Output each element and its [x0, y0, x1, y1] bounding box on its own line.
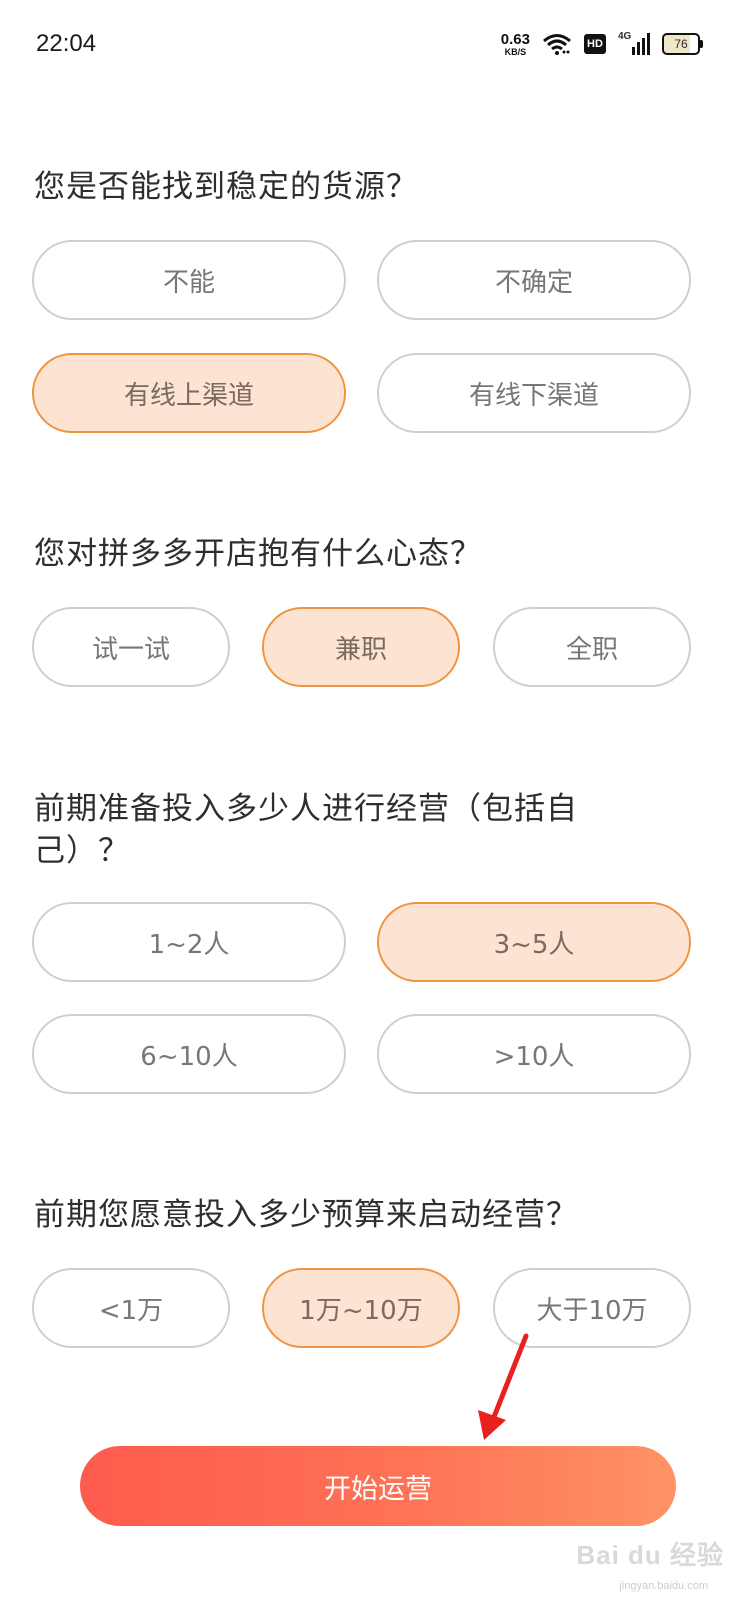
option-unsure[interactable]: 不确定 [377, 240, 691, 320]
baidu-watermark: Bai du 经验 [576, 1540, 724, 1570]
option-6-10-people[interactable]: 6~10人 [32, 1014, 346, 1094]
status-icons: 0.63 KB/S HD 4G 76 [501, 28, 703, 60]
hd-icon: HD [584, 34, 606, 54]
network-speed-unit: KB/S [504, 46, 527, 57]
network-speed-value: 0.63 [500, 30, 530, 48]
status-bar: 22:04 0.63 KB/S HD 4G 76 [0, 0, 738, 90]
option-offline-channel[interactable]: 有线下渠道 [377, 353, 691, 433]
battery-icon: 76 [662, 33, 703, 55]
option-3-5-people[interactable]: 3~5人 [377, 902, 691, 982]
option-try[interactable]: 试一试 [32, 607, 230, 687]
baidu-watermark-url: jingyan.baidu.com [619, 1580, 708, 1592]
option-under-10k[interactable]: <1万 [32, 1268, 230, 1348]
start-operation-button[interactable]: 开始运营 [80, 1446, 676, 1526]
option-full-time[interactable]: 全职 [493, 607, 691, 687]
question-budget: 前期您愿意投入多少预算来启动经营？ [34, 1197, 578, 1233]
question-staff-count: 前期准备投入多少人进行经营（包括自己）？ [34, 791, 578, 869]
option-cannot[interactable]: 不能 [32, 240, 346, 320]
question-goods-source: 您是否能找到稳定的货源？ [34, 169, 418, 205]
battery-level: 76 [674, 37, 688, 51]
status-time: 22:04 [36, 30, 97, 57]
option-online-channel[interactable]: 有线上渠道 [32, 353, 346, 433]
cellular-signal-icon: 4G [618, 31, 650, 55]
option-10k-100k[interactable]: 1万~10万 [262, 1268, 460, 1348]
option-over-10-people[interactable]: >10人 [377, 1014, 691, 1094]
question-mindset: 您对拼多多开店抱有什么心态？ [34, 536, 482, 572]
red-arrow-annotation-icon [478, 1333, 529, 1440]
network-speed: 0.63 KB/S [501, 32, 530, 57]
network-type-label: 4G [618, 31, 632, 42]
option-1-2-people[interactable]: 1~2人 [32, 902, 346, 982]
option-part-time[interactable]: 兼职 [262, 607, 460, 687]
wifi-icon [543, 34, 571, 55]
